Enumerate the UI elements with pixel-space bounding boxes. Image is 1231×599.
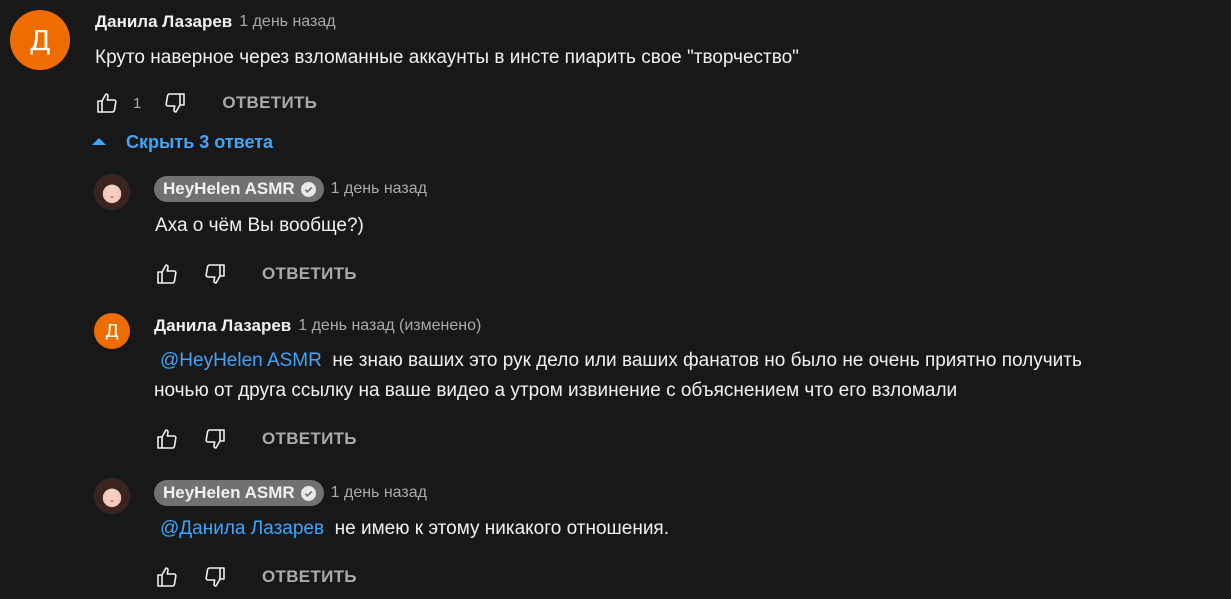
- reply-button[interactable]: ОТВЕТИТЬ: [262, 429, 357, 449]
- reply-button[interactable]: ОТВЕТИТЬ: [222, 93, 317, 113]
- thumbs-down-icon: [205, 567, 225, 587]
- reply-header: HeyHelen ASMR 1 день назад: [154, 480, 427, 506]
- reply-header: Данила Лазарев 1 день назад (изменено): [154, 316, 481, 336]
- thumbs-up-icon: [157, 264, 177, 284]
- comment-timestamp[interactable]: 1 день назад: [331, 484, 427, 502]
- dislike-button[interactable]: [203, 427, 227, 451]
- comment-timestamp[interactable]: 1 день назад: [239, 13, 335, 31]
- reply-button[interactable]: ОТВЕТИТЬ: [262, 567, 357, 587]
- thumbs-up-icon: [157, 429, 177, 449]
- comment-actions: ОТВЕТИТЬ: [155, 424, 357, 454]
- verified-check-icon: [300, 485, 316, 501]
- comment-text: Аха о чём Вы вообще?): [155, 215, 364, 236]
- like-button[interactable]: [155, 565, 179, 589]
- comment-text: @Данила Лазарев не имею к этому никакого…: [154, 514, 669, 544]
- hide-replies-label: Скрыть 3 ответа: [126, 132, 274, 152]
- comment-text: Круто наверное через взломанные аккаунты…: [95, 47, 799, 68]
- avatar-face: [105, 488, 119, 506]
- author-name[interactable]: Данила Лазарев: [154, 316, 291, 336]
- author-chip[interactable]: HeyHelen ASMR: [154, 480, 324, 506]
- comment-actions: ОТВЕТИТЬ: [155, 259, 357, 289]
- avatar-letter: Д: [29, 23, 51, 57]
- thumbs-down-icon: [205, 429, 225, 449]
- collapse-triangle-icon: [92, 138, 106, 145]
- comment-timestamp[interactable]: 1 день назад (изменено): [298, 317, 481, 335]
- comment-text: @HeyHelen ASMR не знаю ваших это рук дел…: [154, 346, 1082, 406]
- dislike-button[interactable]: [203, 565, 227, 589]
- thumbs-up-icon: [157, 567, 177, 587]
- mention-link[interactable]: @HeyHelen ASMR: [160, 350, 322, 371]
- avatar-face: [105, 184, 119, 202]
- avatar[interactable]: [94, 478, 130, 514]
- mention-link[interactable]: @Данила Лазарев: [160, 518, 324, 539]
- thumbs-down-icon: [165, 93, 186, 113]
- comment-timestamp[interactable]: 1 день назад: [331, 180, 427, 198]
- reply-button[interactable]: ОТВЕТИТЬ: [262, 264, 357, 284]
- avatar-letter: Д: [104, 320, 120, 342]
- author-name: HeyHelen ASMR: [163, 483, 295, 502]
- author-name[interactable]: Данила Лазарев: [95, 12, 232, 32]
- reply-header: HeyHelen ASMR 1 день назад: [154, 176, 427, 202]
- comment-actions: 1 ОТВЕТИТЬ: [95, 88, 317, 118]
- comment-text-body: не имею к этому никакого отношения.: [334, 518, 669, 539]
- like-button[interactable]: [155, 262, 179, 286]
- avatar[interactable]: Д: [10, 10, 70, 70]
- hide-replies-toggle[interactable]: Скрыть 3 ответа: [92, 132, 273, 153]
- avatar[interactable]: Д: [94, 313, 130, 349]
- dislike-button[interactable]: [203, 262, 227, 286]
- author-chip[interactable]: HeyHelen ASMR: [154, 176, 324, 202]
- comment-text-line1: не знаю ваших это рук дело или ваших фан…: [332, 350, 1082, 371]
- comment-text-line2: ночью от друга ссылку на ваше видео а ут…: [154, 380, 958, 401]
- like-count: 1: [133, 94, 142, 112]
- comment-actions: ОТВЕТИТЬ: [155, 562, 357, 592]
- dislike-button[interactable]: [163, 91, 187, 115]
- like-button[interactable]: [155, 427, 179, 451]
- thumbs-up-icon: [97, 93, 117, 113]
- like-button[interactable]: [95, 91, 119, 115]
- verified-check-icon: [300, 181, 316, 197]
- thumbs-down-icon: [205, 264, 225, 284]
- comment-header: Данила Лазарев 1 день назад: [95, 12, 336, 32]
- author-name: HeyHelen ASMR: [163, 179, 295, 198]
- avatar[interactable]: [94, 174, 130, 210]
